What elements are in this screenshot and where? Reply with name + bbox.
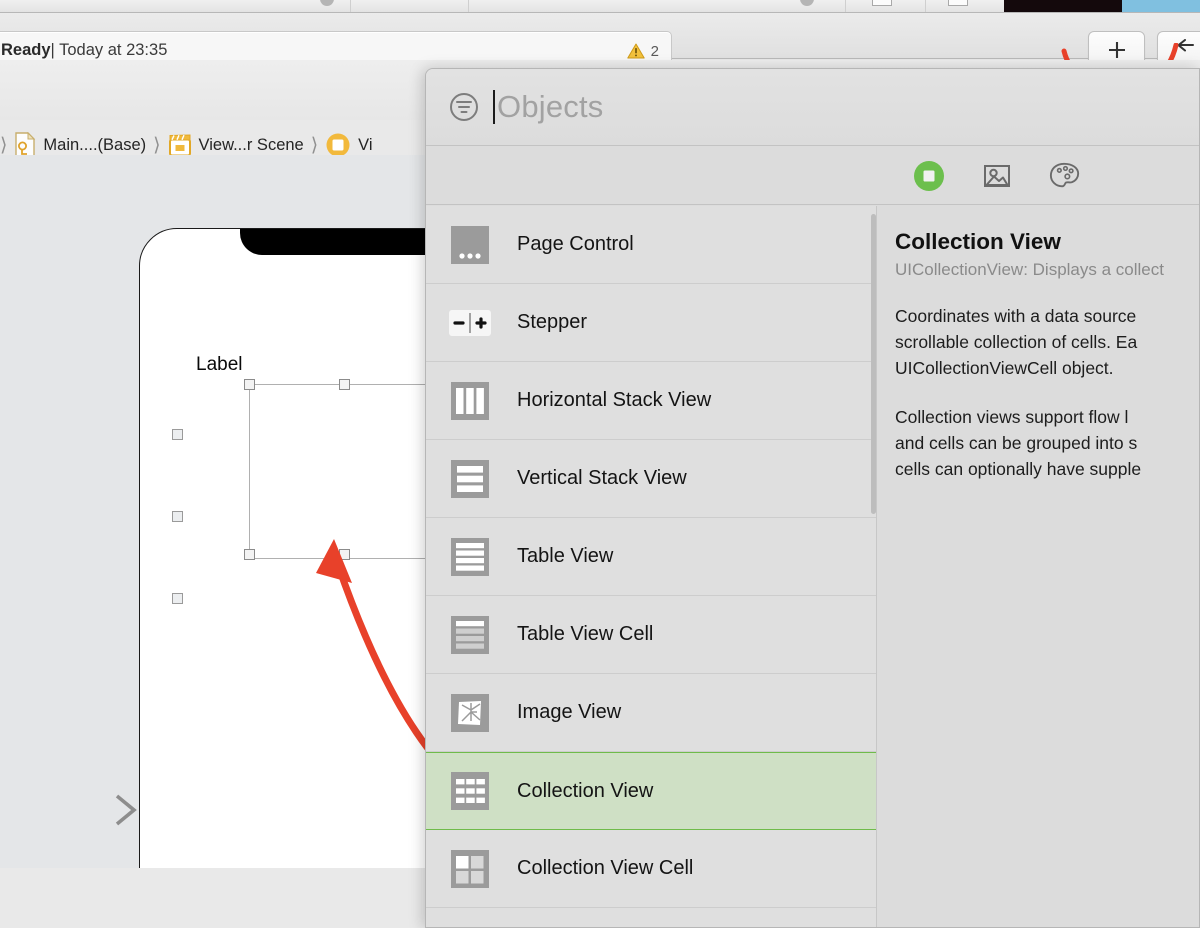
issue-count: 2 [650, 42, 659, 60]
library-item-collection-view[interactable]: Collection View [426, 752, 876, 830]
status-bar-row: Ready| Today at 23:35 2 [0, 13, 1200, 93]
toolbar-divider [468, 0, 469, 12]
constraint-handle-bottom[interactable] [172, 593, 183, 604]
media-tab[interactable] [981, 160, 1013, 192]
toolbar-dark-region [1004, 0, 1122, 12]
library-item-stepper[interactable]: Stepper [426, 284, 876, 362]
window-toolbar-strip [0, 0, 1200, 13]
status-separator: | [50, 41, 55, 59]
toolbar-divider [350, 0, 351, 12]
objects-tab[interactable] [913, 160, 945, 192]
detail-paragraph-2: Collection views support flow l and cell… [895, 407, 1142, 479]
stepper-icon [449, 309, 491, 336]
arrow-left-icon [1177, 39, 1194, 52]
detail-subtitle: UICollectionView: Displays a collect [895, 260, 1164, 279]
library-item-vertical-stack-view[interactable]: Vertical Stack View [426, 440, 876, 518]
library-search-placeholder: Objects [497, 89, 604, 124]
library-item-label: Collection View [517, 779, 654, 802]
breadcrumb-separator: ⟩ [153, 134, 161, 156]
palette-icon [1049, 162, 1080, 187]
collection-view-icon [451, 772, 489, 810]
toolbar-panel-toggle[interactable] [872, 0, 892, 6]
text-caret [493, 90, 495, 124]
library-item-page-control[interactable]: Page Control [426, 206, 876, 284]
library-search-row[interactable]: Objects [426, 69, 1199, 146]
status-message: Ready| Today at 23:35 [1, 41, 167, 60]
vertical-stack-view-icon [451, 459, 489, 498]
canvas-label[interactable]: Label [196, 354, 243, 376]
library-tabs-row[interactable] [426, 147, 1199, 205]
library-item-horizontal-stack-view[interactable]: Horizontal Stack View [426, 362, 876, 440]
toolbar-panel-toggle[interactable] [948, 0, 968, 6]
constraint-handle-top[interactable] [172, 429, 183, 440]
color-tab[interactable] [1049, 160, 1081, 192]
plus-icon [1108, 42, 1125, 58]
toolbar-selected-region [1122, 0, 1200, 12]
library-item-label: Page Control [517, 233, 634, 255]
object-library-popover[interactable]: Objects Page Control Stepper Horizontal … [425, 68, 1200, 928]
library-item-collection-view-cell[interactable]: Collection View Cell [426, 830, 876, 908]
warning-triangle-icon [626, 43, 645, 59]
image-icon [984, 164, 1010, 187]
library-item-label: Horizontal Stack View [517, 389, 712, 411]
detail-paragraph-1: Coordinates with a data source scrollabl… [895, 306, 1138, 378]
toolbar-control-nub[interactable] [320, 0, 334, 6]
library-list-scrollbar[interactable] [871, 214, 876, 514]
library-item-table-view[interactable]: Table View [426, 518, 876, 596]
green-object-icon [914, 160, 944, 191]
storyboard-entry-point-arrow [14, 794, 137, 826]
constraint-handle-middle[interactable] [172, 511, 183, 522]
resize-handle-bottom-left[interactable] [244, 549, 255, 560]
device-notch [240, 229, 443, 255]
library-item-label: Collection View Cell [517, 857, 694, 879]
breadcrumb-label: Main....(Base) [43, 135, 147, 154]
library-item-table-view-cell[interactable]: Table View Cell [426, 596, 876, 674]
table-view-icon [451, 537, 489, 576]
toolbar-divider [925, 0, 926, 12]
breadcrumb-separator: ⟩ [0, 134, 8, 156]
breadcrumb-separator: ⟩ [310, 134, 319, 156]
breadcrumb-label: Vi [358, 135, 373, 154]
library-item-label: Stepper [517, 311, 588, 333]
library-item-image-view[interactable]: Image View [426, 674, 876, 752]
toolbar-control-nub[interactable] [800, 0, 814, 6]
library-search-input[interactable]: Objects [493, 85, 604, 129]
resize-handle-bottom-center[interactable] [339, 549, 350, 560]
library-detail-panel: Collection View UICollectionView: Displa… [878, 206, 1199, 927]
library-item-label: Vertical Stack View [517, 467, 687, 489]
resize-handle-top-center[interactable] [339, 379, 350, 390]
library-item-label: Image View [517, 701, 622, 723]
collection-view-cell-icon [451, 849, 489, 888]
page-control-icon [451, 225, 489, 264]
library-item-list[interactable]: Page Control Stepper Horizontal Stack Vi… [426, 206, 877, 927]
library-item-label: Table View [517, 545, 614, 567]
selected-view-outline[interactable] [244, 379, 434, 560]
status-timestamp: Today at 23:35 [59, 41, 168, 59]
toolbar-divider [845, 0, 846, 12]
resize-handle-top-left[interactable] [244, 379, 255, 390]
breadcrumb-label: View...r Scene [198, 135, 304, 154]
horizontal-stack-view-icon [451, 381, 489, 420]
scene-icon [168, 134, 191, 157]
status-state: Ready [1, 41, 51, 59]
filter-icon[interactable] [449, 92, 479, 122]
breadcrumb-item-scene[interactable]: View...r Scene [168, 133, 304, 157]
library-item-label: Table View Cell [517, 623, 654, 645]
detail-title: Collection View [895, 229, 1061, 254]
device-preview[interactable]: Label [139, 228, 444, 868]
image-view-icon [451, 693, 489, 732]
issue-badge[interactable]: 2 [626, 40, 659, 62]
table-view-cell-icon [451, 615, 489, 654]
